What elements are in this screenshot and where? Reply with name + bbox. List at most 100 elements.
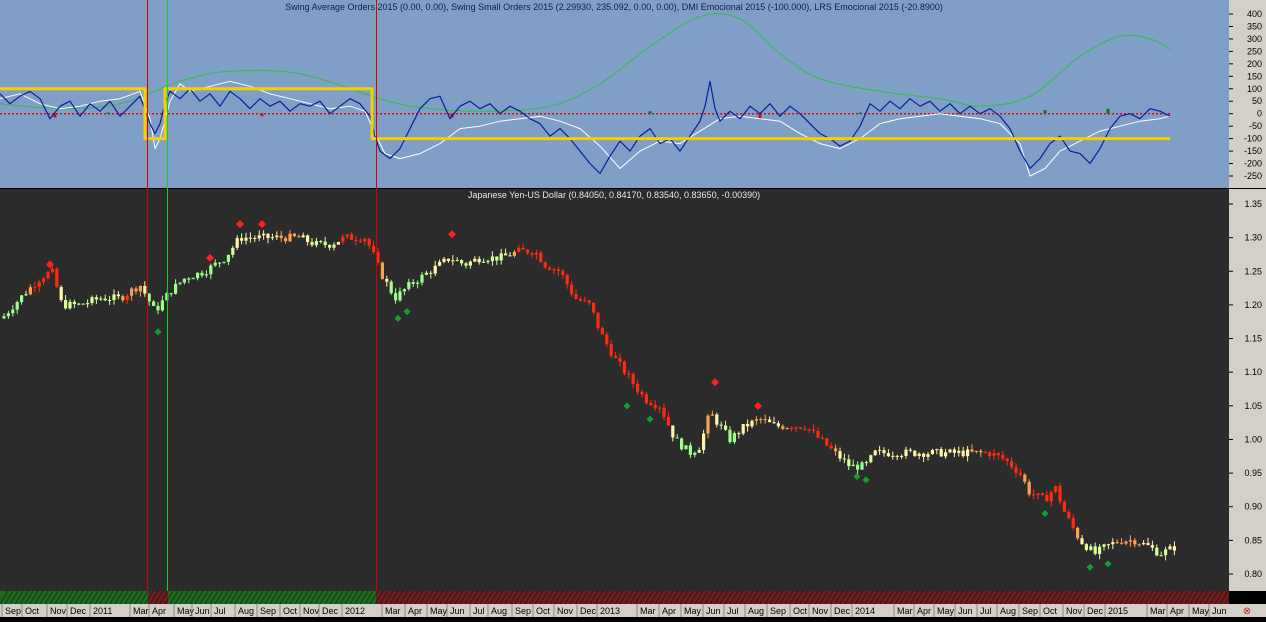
candle-body bbox=[1036, 493, 1040, 496]
candle-body bbox=[345, 234, 349, 237]
x-tick-label: Sep bbox=[515, 606, 531, 616]
candle-body bbox=[1049, 491, 1053, 502]
x-tick-label: Dec bbox=[580, 606, 597, 616]
candle-body bbox=[319, 241, 323, 243]
candle-body bbox=[640, 391, 644, 395]
candle-body bbox=[838, 451, 842, 459]
histogram-bar bbox=[1106, 108, 1110, 114]
indicator-tick-label: 150 bbox=[1247, 71, 1262, 81]
candle-body bbox=[609, 344, 613, 356]
histogram-bar bbox=[106, 112, 110, 114]
candle-body bbox=[1071, 518, 1075, 528]
candle-body bbox=[600, 328, 604, 335]
price-tick-label: 1.30 bbox=[1244, 233, 1262, 243]
candle-body bbox=[988, 452, 992, 456]
candle-body bbox=[706, 415, 710, 434]
candle-body bbox=[895, 455, 899, 457]
x-tick-label: Apr bbox=[152, 606, 166, 616]
candle-body bbox=[702, 433, 706, 451]
candle-body bbox=[174, 283, 178, 294]
candle-body bbox=[275, 235, 279, 238]
candle-body bbox=[1120, 542, 1124, 544]
x-tick-label: Aug bbox=[491, 606, 507, 616]
candle-body bbox=[578, 298, 582, 301]
candle-body bbox=[596, 312, 600, 329]
candle-body bbox=[728, 429, 732, 443]
candle-body bbox=[59, 287, 63, 301]
candle-body bbox=[627, 373, 631, 375]
x-tick-label: Nov bbox=[557, 606, 574, 616]
candle-body bbox=[878, 450, 882, 452]
price-tick-label: 1.05 bbox=[1244, 401, 1262, 411]
candle-body bbox=[922, 453, 926, 457]
histogram-bar bbox=[1043, 109, 1047, 114]
candle-body bbox=[508, 255, 512, 257]
x-tick-label: Aug bbox=[748, 606, 764, 616]
candle-body bbox=[33, 286, 37, 288]
candle-body bbox=[1093, 546, 1097, 554]
candle-body bbox=[196, 272, 200, 279]
candle-body bbox=[372, 245, 376, 253]
candle-body bbox=[438, 261, 442, 266]
candle-body bbox=[834, 448, 838, 452]
trend-strip bbox=[0, 590, 1234, 605]
candle-body bbox=[1111, 542, 1115, 545]
x-tick-label: Apr bbox=[1170, 606, 1184, 616]
x-tick-label: Jul bbox=[727, 606, 739, 616]
candle-body bbox=[926, 454, 930, 457]
candle-body bbox=[86, 303, 90, 305]
candle-body bbox=[864, 462, 868, 464]
x-tick-label: Aug bbox=[1000, 606, 1016, 616]
candle-body bbox=[794, 427, 798, 429]
candle-body bbox=[974, 450, 978, 452]
candle-body bbox=[1089, 546, 1093, 550]
candle-body bbox=[790, 428, 794, 430]
candle-body bbox=[710, 414, 714, 416]
candle-body bbox=[152, 301, 156, 306]
candle-body bbox=[420, 274, 424, 283]
indicator-tick-label: 50 bbox=[1252, 96, 1262, 106]
candle-body bbox=[1172, 546, 1176, 551]
candle-body bbox=[966, 449, 970, 457]
price-tick-label: 1.10 bbox=[1244, 367, 1262, 377]
candle-body bbox=[812, 429, 816, 431]
x-tick-label: Oct bbox=[793, 606, 808, 616]
indicator-tick-label: -250 bbox=[1244, 171, 1262, 181]
candle-body bbox=[587, 300, 591, 303]
candle-body bbox=[24, 294, 28, 296]
candle-body bbox=[495, 256, 499, 261]
price-tick-label: 0.90 bbox=[1244, 502, 1262, 512]
indicator-tick-label: 200 bbox=[1247, 59, 1262, 69]
histogram-bar bbox=[858, 112, 862, 114]
x-tick-label: Jul bbox=[980, 606, 992, 616]
candle-body bbox=[886, 453, 890, 457]
candle-body bbox=[363, 238, 367, 242]
candle-body bbox=[724, 425, 728, 430]
candle-body bbox=[1124, 541, 1128, 544]
candle-body bbox=[534, 252, 538, 255]
price-tick-label: 1.25 bbox=[1244, 266, 1262, 276]
candle-body bbox=[1133, 540, 1137, 545]
candle-body bbox=[631, 374, 635, 384]
candle-body bbox=[622, 361, 626, 374]
close-icon[interactable]: ⊗ bbox=[1243, 606, 1251, 617]
candle-body bbox=[776, 423, 780, 427]
candle-body bbox=[94, 297, 98, 300]
candle-body bbox=[20, 295, 24, 303]
candle-body bbox=[2, 316, 6, 319]
candle-body bbox=[662, 407, 666, 417]
candle-body bbox=[530, 253, 534, 255]
candle-body bbox=[187, 278, 191, 280]
candle-body bbox=[666, 416, 670, 426]
x-tick-label: Jun bbox=[706, 606, 721, 616]
x-tick-label: May bbox=[430, 606, 448, 616]
price-tick-label: 1.15 bbox=[1244, 334, 1262, 344]
candle-body bbox=[1062, 501, 1066, 512]
candle-body bbox=[737, 433, 741, 435]
histogram-bar bbox=[260, 113, 264, 117]
x-tick-label: Oct bbox=[536, 606, 551, 616]
candle-body bbox=[759, 419, 763, 421]
candle-body bbox=[394, 293, 398, 301]
candle-body bbox=[512, 251, 516, 256]
candle-body bbox=[490, 256, 494, 262]
